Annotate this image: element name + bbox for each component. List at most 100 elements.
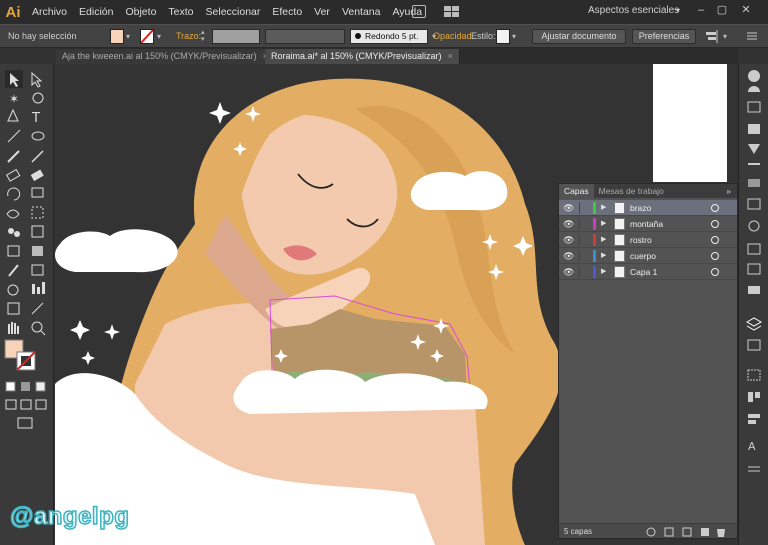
- layers-panel-tabs: Capas Mesas de trabajo »: [559, 184, 737, 198]
- stroke-swatch[interactable]: [140, 29, 154, 44]
- style-dropdown-icon[interactable]: ▾: [512, 29, 516, 44]
- control-bar-menu-icon[interactable]: ▾: [723, 29, 727, 44]
- gradient-panel-icon: [748, 179, 760, 187]
- close-icon[interactable]: ✕: [738, 3, 754, 17]
- make-clipping-mask-icon: [664, 527, 674, 537]
- stroke-weight-field[interactable]: [212, 29, 260, 44]
- menu-texto[interactable]: Texto: [162, 6, 199, 18]
- eye-icon[interactable]: 👁: [563, 248, 574, 264]
- panel-collapse-icon[interactable]: »: [720, 184, 737, 198]
- brush-dot-icon: [355, 33, 361, 39]
- eyedropper-tool-icon: [8, 264, 19, 277]
- transform-icon: [747, 369, 761, 381]
- brush-label: Redondo 5 pt.: [365, 31, 419, 41]
- brush-definition[interactable]: Redondo 5 pt. ▾: [350, 29, 436, 44]
- tools-panel: ✶ T: [0, 64, 54, 545]
- layer-color-bar: [593, 266, 596, 278]
- bridge-icon[interactable]: [412, 5, 426, 18]
- shape-builder-icon: [14, 231, 20, 237]
- lock-toggle[interactable]: [579, 266, 589, 278]
- style-swatch[interactable]: [496, 29, 510, 44]
- eye-icon[interactable]: 👁: [563, 200, 574, 216]
- opacity-label[interactable]: Opacidad: [433, 29, 472, 44]
- tab-aja-the-kweeen[interactable]: Aja the kweeen.ai al 150% (CMYK/Previsua…: [56, 49, 275, 64]
- menu-seleccionar[interactable]: Seleccionar: [200, 6, 267, 18]
- expand-triangle-icon[interactable]: ▶: [601, 264, 606, 280]
- new-layer-icon: [701, 528, 709, 536]
- eye-icon[interactable]: 👁: [563, 216, 574, 232]
- zoom-tool-icon: [40, 330, 46, 336]
- artboard-edge: [653, 64, 727, 182]
- workspace-switcher[interactable]: Aspectos esenciales: [588, 5, 679, 16]
- layer-row[interactable]: 👁 ▶ montaña: [559, 216, 737, 232]
- tab-mesas-de-trabajo[interactable]: Mesas de trabajo: [594, 184, 669, 198]
- magic-wand-icon: ✶: [9, 92, 19, 106]
- panel-menu-icon[interactable]: [746, 29, 758, 44]
- lasso-tool-icon: [32, 92, 44, 104]
- arrange-documents-icon[interactable]: [443, 5, 461, 18]
- paintbrush-tool-icon: [7, 150, 20, 163]
- graphic-styles-icon: [747, 243, 761, 255]
- artboards-icon: [748, 286, 760, 294]
- menu-ver[interactable]: Ver: [308, 6, 336, 18]
- layers-footer-buttons[interactable]: [643, 524, 733, 539]
- layer-name[interactable]: brazo: [630, 200, 651, 216]
- eye-icon[interactable]: 👁: [563, 232, 574, 248]
- layer-name[interactable]: rostro: [630, 232, 652, 248]
- target-circle-icon[interactable]: [711, 252, 719, 260]
- style-label: Estilo:: [471, 31, 496, 41]
- menu-archivo[interactable]: Archivo: [26, 6, 73, 18]
- cloud-right: [410, 171, 508, 211]
- expand-triangle-icon[interactable]: ▶: [601, 248, 606, 264]
- menu-ventana[interactable]: Ventana: [336, 6, 387, 18]
- ellipse-tool-icon: [31, 131, 45, 141]
- expand-triangle-icon[interactable]: ▶: [601, 232, 606, 248]
- variable-width-profile[interactable]: [265, 29, 345, 44]
- layer-row[interactable]: 👁 ▶ brazo: [559, 200, 737, 216]
- close-tab-icon[interactable]: ×: [448, 51, 453, 61]
- menu-objeto[interactable]: Objeto: [119, 6, 162, 18]
- tab-roraima[interactable]: Roraima.ai* al 150% (CMYK/Previsualizar)…: [265, 49, 460, 64]
- layer-name[interactable]: montaña: [630, 216, 663, 232]
- lock-toggle[interactable]: [579, 250, 589, 262]
- expand-triangle-icon[interactable]: ▶: [601, 200, 606, 216]
- color-guide-icon: [748, 86, 760, 92]
- artboard-tool-icon: [7, 302, 20, 315]
- menu-efecto[interactable]: Efecto: [266, 6, 308, 18]
- lock-toggle[interactable]: [579, 234, 589, 246]
- pen-tool-icon: [7, 108, 19, 122]
- lock-toggle[interactable]: [579, 202, 589, 214]
- preferences-button[interactable]: Preferencias: [632, 29, 696, 44]
- align-options-icon[interactable]: [704, 29, 720, 44]
- color-panel-icon: [748, 70, 760, 82]
- minimize-icon[interactable]: ‒: [693, 3, 709, 17]
- tab-capas[interactable]: Capas: [559, 184, 594, 198]
- target-circle-icon[interactable]: [711, 204, 719, 212]
- eye-icon[interactable]: 👁: [563, 264, 574, 280]
- tab-label: Aja the kweeen.ai al 150% (CMYK/Previsua…: [62, 51, 257, 61]
- layer-row[interactable]: 👁 ▶ rostro: [559, 232, 737, 248]
- workspace-dropdown-icon[interactable]: ▾: [676, 6, 680, 15]
- target-circle-icon[interactable]: [711, 236, 719, 244]
- fill-swatch[interactable]: [110, 29, 124, 44]
- blend-tool-icon: [31, 264, 44, 276]
- adjust-document-button[interactable]: Ajustar documento: [532, 29, 626, 44]
- document-tabs: Aja the kweeen.ai al 150% (CMYK/Previsua…: [56, 48, 738, 64]
- expand-triangle-icon[interactable]: ▶: [601, 216, 606, 232]
- stroke-dropdown-icon[interactable]: ▾: [157, 29, 161, 44]
- layer-name[interactable]: Capa 1: [630, 264, 657, 280]
- menu-edicion[interactable]: Edición: [73, 6, 119, 18]
- layer-color-bar: [593, 250, 596, 262]
- stroke-weight-stepper[interactable]: ▴ ▾: [201, 29, 211, 44]
- layer-name[interactable]: cuerpo: [630, 248, 656, 264]
- free-transform-icon: [31, 206, 44, 219]
- layers-footer: 5 capas: [559, 523, 737, 538]
- layer-row[interactable]: 👁 ▶ cuerpo: [559, 248, 737, 264]
- layer-row[interactable]: 👁 ▶ Capa 1: [559, 264, 737, 280]
- fill-dropdown-icon[interactable]: ▾: [126, 29, 130, 44]
- maximize-icon[interactable]: ▢: [714, 3, 730, 17]
- lock-toggle[interactable]: [579, 218, 589, 230]
- target-circle-icon[interactable]: [711, 220, 719, 228]
- swatches-icon: [747, 101, 761, 113]
- target-circle-icon[interactable]: [711, 268, 719, 276]
